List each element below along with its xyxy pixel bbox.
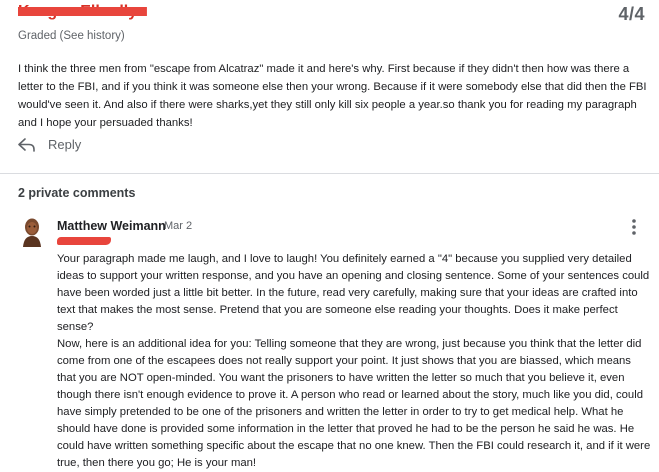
private-comment: Matthew Weimann Mar 2 Your paragraph mad… xyxy=(0,210,659,471)
comment-date: Mar 2 xyxy=(164,220,193,232)
student-name-redacted: Keegan Ellonllyn xyxy=(18,3,147,20)
section-divider xyxy=(0,173,659,174)
avatar xyxy=(20,217,44,249)
graded-status-link[interactable]: Graded (See history) xyxy=(18,30,125,42)
redaction-mark xyxy=(57,237,111,245)
commenter-name: Matthew Weimann xyxy=(57,219,166,233)
reply-button[interactable]: Reply xyxy=(18,137,81,152)
comment-body: Your paragraph made me laugh, and I love… xyxy=(57,253,651,469)
more-vert-icon[interactable] xyxy=(631,218,637,236)
student-response: I think the three men from "escape from … xyxy=(18,63,647,129)
grade-score: 4/4 xyxy=(618,4,645,24)
private-comments-heading: 2 private comments xyxy=(18,186,136,200)
reply-arrow-icon xyxy=(18,137,36,152)
submission-card: Keegan Ellonllyn 4/4 Graded (See history… xyxy=(0,0,659,173)
reply-label: Reply xyxy=(48,137,82,152)
